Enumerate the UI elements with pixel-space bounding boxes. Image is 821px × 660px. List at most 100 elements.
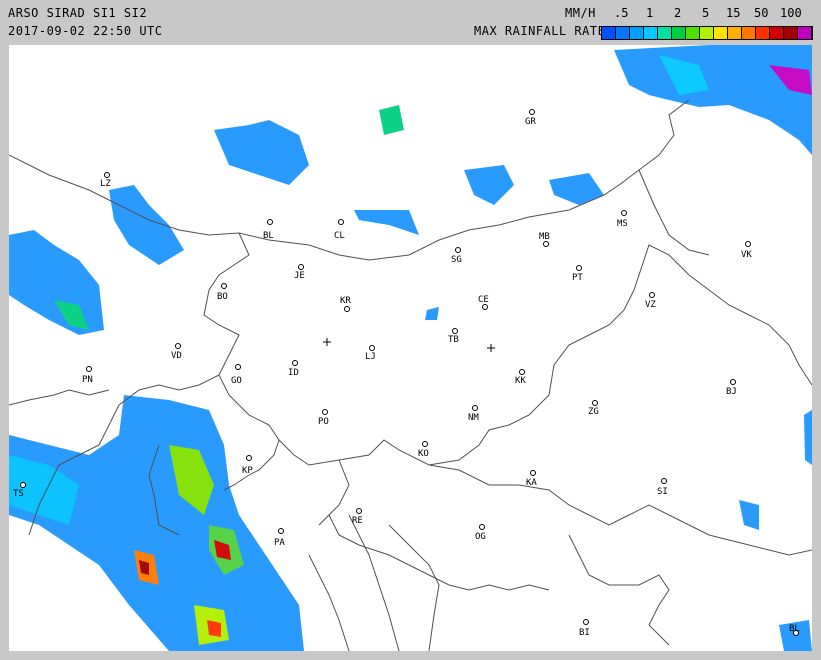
station-label: RE [352, 516, 363, 526]
station-label: GO [231, 376, 242, 386]
rain-cell [614, 45, 812, 155]
station-label: LZ [100, 179, 111, 189]
legend-tick: .5 [614, 6, 629, 20]
station-label: LJ [365, 352, 376, 362]
station: LZ [100, 172, 111, 189]
rain-cell [354, 210, 419, 235]
station: LJ [365, 345, 376, 362]
station: BO [217, 283, 228, 302]
station-label: PO [318, 417, 329, 427]
station-label: ZG [588, 407, 599, 417]
rain-cell [9, 395, 304, 651]
rain-cell [464, 165, 514, 205]
station: RE [352, 508, 363, 526]
rain-cell [549, 173, 604, 205]
station-label: PN [82, 375, 93, 385]
station: NM [468, 405, 479, 423]
legend-swatch [700, 27, 714, 39]
station: JE [294, 264, 305, 281]
station: SI [657, 478, 668, 497]
station-label: PA [274, 538, 285, 548]
station-label: VD [171, 351, 182, 361]
station-label: TS [13, 489, 24, 499]
rain-cell [379, 105, 404, 135]
radar-map[interactable]: GR LZ BL CL MS MB VK SG JE PT BO KR CE V… [9, 45, 812, 651]
legend-tick: 1 [646, 6, 654, 20]
station: PN [82, 366, 93, 385]
station: KR [340, 296, 351, 312]
station-label: KP [242, 466, 253, 476]
station: CE [478, 295, 489, 310]
legend-swatch [798, 27, 812, 39]
station: TB [448, 328, 459, 345]
station-label: BL [789, 624, 800, 634]
station-label: KR [340, 296, 351, 306]
station-label: GR [525, 117, 536, 127]
station: MB [539, 232, 550, 247]
station: VD [171, 343, 182, 361]
rain-cell [425, 307, 439, 320]
station-label: TB [448, 335, 459, 345]
station-label: VK [741, 250, 752, 260]
legend-swatch [644, 27, 658, 39]
station-label: BO [217, 292, 228, 302]
legend-tick: 2 [674, 6, 682, 20]
legend-swatch [602, 27, 616, 39]
station-label: ID [288, 368, 299, 378]
radar-site-markers [323, 338, 495, 352]
station: VZ [645, 292, 656, 310]
station: KP [242, 455, 253, 476]
station: VK [741, 241, 752, 260]
station-label: VZ [645, 300, 656, 310]
product-title: ARSO SIRAD SI1 SI2 [8, 6, 148, 20]
station: MS [617, 210, 628, 229]
station: KA [526, 470, 537, 488]
station: SG [451, 247, 462, 265]
station-label: CE [478, 295, 489, 305]
legend-swatch [784, 27, 798, 39]
timestamp: 2017-09-02 22:50 UTC [8, 24, 163, 38]
station: BL [263, 219, 274, 241]
station-label: BI [579, 628, 590, 638]
station: OG [475, 524, 486, 542]
map-canvas: GR LZ BL CL MS MB VK SG JE PT BO KR CE V… [9, 45, 812, 651]
station: ID [288, 360, 299, 378]
station: PT [572, 265, 583, 283]
rain-cell [739, 500, 759, 530]
station: KK [515, 369, 526, 386]
legend-swatch [728, 27, 742, 39]
legend-tick: 5 [702, 6, 710, 20]
station: ZG [588, 400, 599, 417]
rain-cell [109, 185, 184, 265]
station: KO [418, 441, 429, 459]
legend-tick: 15 [726, 6, 741, 20]
legend-swatch [742, 27, 756, 39]
legend-swatch [686, 27, 700, 39]
precipitation-layer [9, 45, 812, 651]
station-label: SG [451, 255, 462, 265]
station-label: BJ [726, 387, 737, 397]
station-label: MB [539, 232, 550, 242]
station: PA [274, 528, 285, 548]
station-label: MS [617, 219, 628, 229]
station-label: JE [294, 271, 305, 281]
rate-label: MAX RAINFALL RATE [474, 24, 606, 38]
station-label: KK [515, 376, 526, 386]
legend-swatch [756, 27, 770, 39]
station-label: CL [334, 231, 345, 241]
legend-swatch [658, 27, 672, 39]
header-bar: ARSO SIRAD SI1 SI2 2017-09-02 22:50 UTC … [0, 0, 821, 44]
legend-swatch [770, 27, 784, 39]
rain-cell [214, 120, 309, 185]
legend-swatch [630, 27, 644, 39]
station: BL [789, 624, 800, 636]
legend-swatch [616, 27, 630, 39]
station: CL [334, 219, 345, 241]
station-label: BL [263, 231, 274, 241]
station: GR [525, 109, 536, 127]
legend-swatch [714, 27, 728, 39]
station-label: NM [468, 413, 479, 423]
station: BJ [726, 379, 737, 397]
station-label: SI [657, 487, 668, 497]
station-label: OG [475, 532, 486, 542]
